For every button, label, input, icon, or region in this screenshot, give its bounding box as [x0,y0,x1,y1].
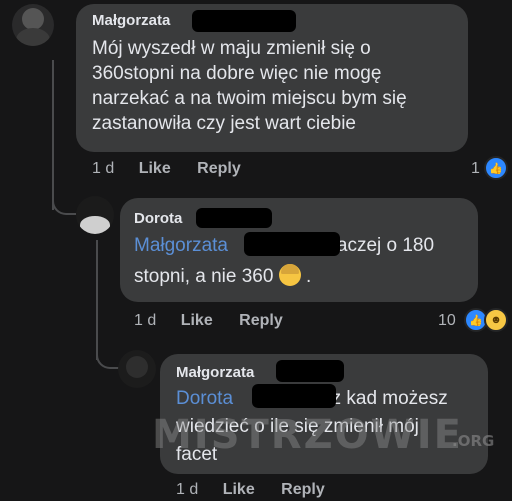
redacted-mention [244,232,340,256]
comment-text-line: zastanowiła czy jest wart ciebie [92,113,356,134]
like-button[interactable]: Like [223,481,255,499]
redacted-name [276,360,344,382]
reaction-count[interactable]: 10 [438,312,456,330]
redacted-name [192,10,296,32]
comment-text-line: z kad możesz [331,388,448,409]
comment-actions: 1 d Like Reply [134,312,305,330]
comment-actions: 1 d Like Reply [92,160,263,178]
haha-icon: ☻ [484,308,508,332]
thread-line-level2 [96,240,98,360]
thread-line-level1 [52,60,54,210]
mention-link[interactable]: Małgorzata [134,235,228,256]
comment-text: Mój wyszedł w maju zmienił się o 360stop… [92,36,464,136]
watermark-text: MISTRZOWIE [152,412,463,458]
comment-author[interactable]: Małgorzata [176,364,254,381]
reply-button[interactable]: Reply [281,481,325,499]
reply-button[interactable]: Reply [197,160,241,178]
comment-text-line: 360stopni na dobre więc nie mogę [92,63,382,84]
like-button[interactable]: Like [139,160,171,178]
redacted-name [196,208,272,228]
comment-author[interactable]: Dorota [134,210,182,227]
comment-timestamp: 1 d [92,160,115,177]
avatar[interactable] [118,350,156,388]
reply-button[interactable]: Reply [239,312,283,330]
avatar[interactable] [76,196,114,234]
comment-timestamp: 1 d [134,312,157,329]
comment-timestamp: 1 d [176,481,199,498]
comment-text-line: narzekać a na twoim miejscu bym się [92,88,407,109]
thread-curve-level1 [52,195,76,215]
face-emoji-icon [278,264,301,286]
thread-curve-level2 [96,345,120,369]
like-icon: 👍 [484,156,508,180]
watermark-suffix: .ORG [452,432,495,450]
comment-text-line: stopni, a nie 360 [134,266,274,287]
comment-text-line: Mój wyszedł w maju zmienił się o [92,38,371,59]
redacted-mention [252,384,336,408]
comment-text-line: . [306,266,312,287]
comment-actions: 1 d Like Reply [176,481,347,499]
mention-link[interactable]: Dorota [176,388,233,409]
avatar[interactable] [12,4,54,46]
like-button[interactable]: Like [181,312,213,330]
comment-author[interactable]: Małgorzata [92,12,170,29]
reaction-count[interactable]: 1 [471,160,480,178]
comment-text-line: raczej o 180 [330,235,435,256]
